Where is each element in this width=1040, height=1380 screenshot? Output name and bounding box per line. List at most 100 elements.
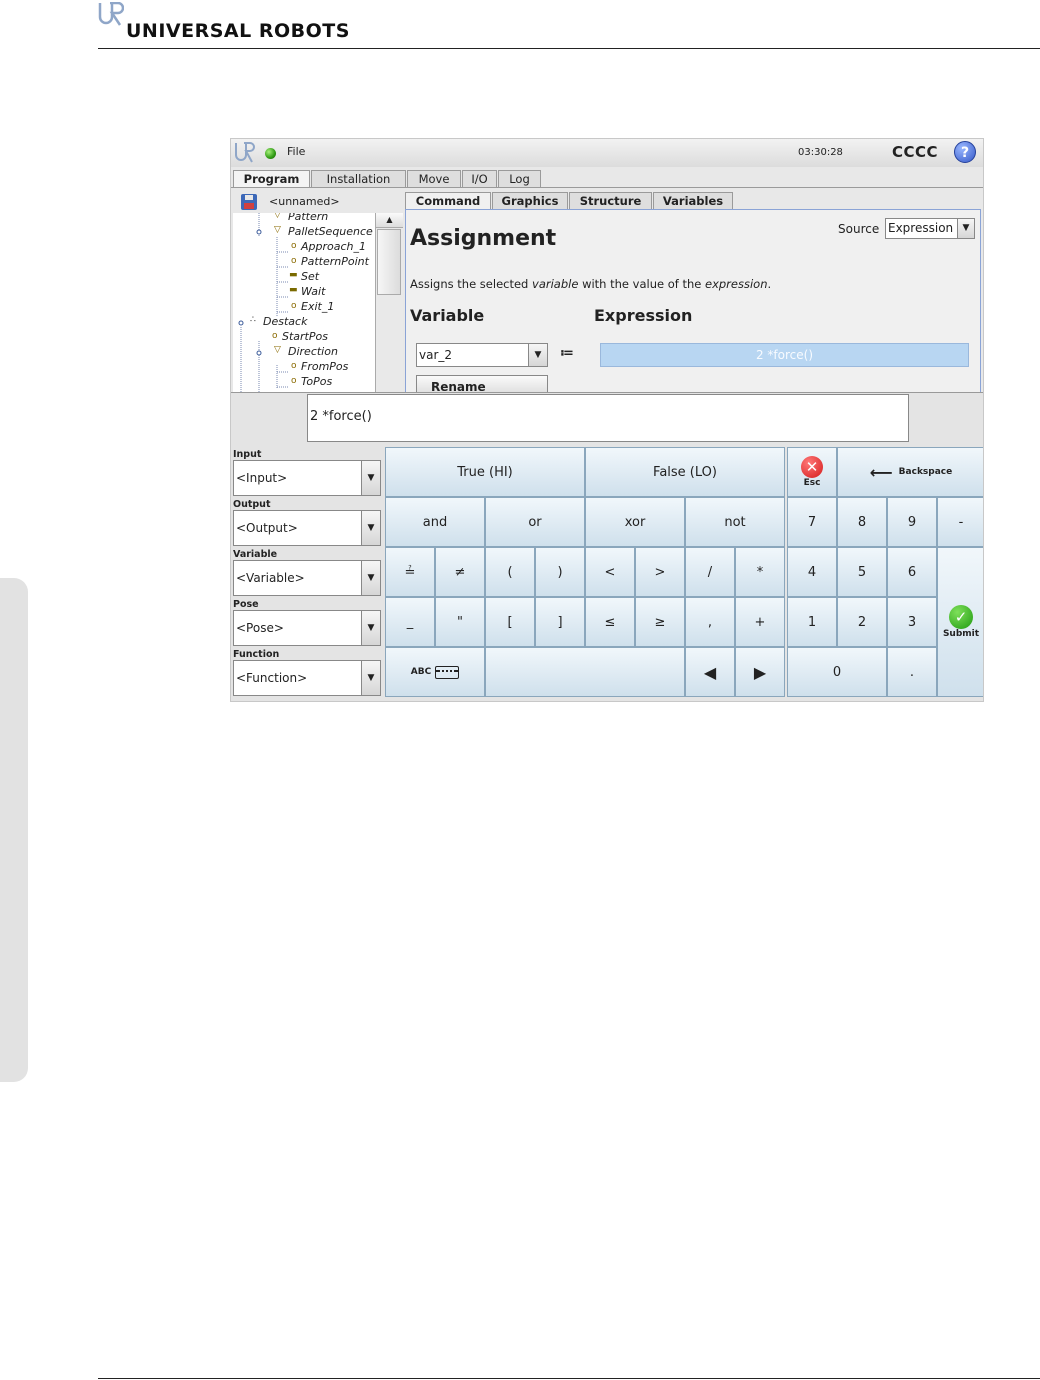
- quote-key[interactable]: ": [435, 597, 485, 647]
- key-8[interactable]: 8: [837, 497, 887, 547]
- not-equal-key[interactable]: ≠: [435, 547, 485, 597]
- cursor-right-icon[interactable]: ▶: [735, 647, 785, 697]
- tree-scrollbar[interactable]: ▲: [375, 213, 403, 393]
- page-title: Assignment: [410, 226, 557, 251]
- variable-label: Variable: [233, 549, 278, 560]
- key-6[interactable]: 6: [887, 547, 937, 597]
- destack-icon: ∴: [250, 315, 256, 325]
- tab-graphics[interactable]: Graphics: [492, 192, 568, 209]
- not-key[interactable]: not: [685, 497, 785, 547]
- status-led-icon: [265, 148, 276, 159]
- tab-io[interactable]: I/O: [462, 170, 497, 187]
- tab-structure[interactable]: Structure: [569, 192, 652, 209]
- xor-key[interactable]: xor: [585, 497, 685, 547]
- variable-select-value: var_2: [419, 348, 453, 362]
- key-minus[interactable]: -: [937, 497, 983, 547]
- tree-item-patternpoint[interactable]: PatternPoint: [301, 255, 369, 268]
- key-7[interactable]: 7: [787, 497, 837, 547]
- key-3[interactable]: 3: [887, 597, 937, 647]
- wait-icon: ▬: [289, 285, 298, 295]
- less-equal-key[interactable]: ≤: [585, 597, 635, 647]
- variable-select-keypad[interactable]: <Variable> ▼: [233, 560, 381, 596]
- key-1[interactable]: 1: [787, 597, 837, 647]
- tree-item-pattern[interactable]: Pattern: [288, 213, 328, 223]
- tree-item-direction[interactable]: Direction: [288, 345, 338, 358]
- waypoint-icon: o: [272, 331, 278, 341]
- input-select[interactable]: <Input> ▼: [233, 460, 381, 496]
- plus-key[interactable]: +: [735, 597, 785, 647]
- program-tree[interactable]: ▽ Pattern ▽ PalletSequence o Approach_1 …: [233, 213, 375, 393]
- tab-move[interactable]: Move: [407, 170, 461, 187]
- backspace-button[interactable]: ⟵ Backspace: [837, 447, 983, 497]
- greater-than-key[interactable]: >: [635, 547, 685, 597]
- abc-label: ABC: [410, 667, 432, 677]
- and-key[interactable]: and: [385, 497, 485, 547]
- clock: 03:30:28: [798, 147, 843, 158]
- desc-expression: expression: [705, 277, 768, 291]
- key-dot[interactable]: .: [887, 647, 937, 697]
- scroll-thumb[interactable]: [377, 229, 401, 295]
- chevron-down-icon: ▼: [361, 611, 380, 645]
- cursor-left-icon[interactable]: ◀: [685, 647, 735, 697]
- tree-item-approach[interactable]: Approach_1: [301, 240, 366, 253]
- tree-item-destack[interactable]: Destack: [263, 315, 307, 328]
- tab-log[interactable]: Log: [498, 170, 541, 187]
- pose-select[interactable]: <Pose> ▼: [233, 610, 381, 646]
- tree-item-frompos[interactable]: FromPos: [301, 360, 348, 373]
- underscore-key[interactable]: _: [385, 597, 435, 647]
- tree-item-topos[interactable]: ToPos: [301, 375, 332, 388]
- or-key[interactable]: or: [485, 497, 585, 547]
- save-icon[interactable]: [241, 194, 257, 210]
- scroll-up-icon[interactable]: ▲: [376, 213, 403, 228]
- top-bar: File 03:30:28 CCCC ?: [231, 139, 983, 167]
- arrow-left-icon: ⟵: [869, 462, 893, 482]
- submit-button[interactable]: ✓ Submit: [937, 547, 983, 697]
- tree-item-wait[interactable]: Wait: [301, 285, 325, 298]
- source-select[interactable]: Expression ▼: [885, 218, 975, 239]
- expression-input[interactable]: 2 *force(): [307, 394, 909, 442]
- close-bracket-key[interactable]: ]: [535, 597, 585, 647]
- open-bracket-key[interactable]: [: [485, 597, 535, 647]
- desc-text: Assigns the selected: [410, 277, 533, 291]
- source-select-value: Expression: [888, 221, 954, 235]
- true-button[interactable]: True (HI): [385, 447, 585, 497]
- variable-select-keypad-value: <Variable>: [236, 571, 305, 585]
- key-0[interactable]: 0: [787, 647, 887, 697]
- waypoint-icon: o: [291, 376, 297, 386]
- help-icon[interactable]: ?: [954, 141, 976, 163]
- key-5[interactable]: 5: [837, 547, 887, 597]
- comma-key[interactable]: ,: [685, 597, 735, 647]
- ur-logo-icon: [235, 142, 255, 163]
- tree-item-set[interactable]: Set: [301, 270, 319, 283]
- esc-button[interactable]: ✕ Esc: [787, 447, 837, 497]
- key-2[interactable]: 2: [837, 597, 887, 647]
- divide-key[interactable]: /: [685, 547, 735, 597]
- assign-symbol: ≔: [560, 346, 574, 361]
- desc-text: .: [767, 277, 772, 291]
- multiply-key[interactable]: *: [735, 547, 785, 597]
- tree-item-startpos[interactable]: StartPos: [282, 330, 328, 343]
- tree-item-exit[interactable]: Exit_1: [301, 300, 334, 313]
- false-button[interactable]: False (LO): [585, 447, 785, 497]
- output-select[interactable]: <Output> ▼: [233, 510, 381, 546]
- desc-text: with the value of the: [578, 277, 705, 291]
- tab-command[interactable]: Command: [405, 192, 491, 209]
- open-paren-key[interactable]: (: [485, 547, 535, 597]
- close-paren-key[interactable]: ): [535, 547, 585, 597]
- tab-installation[interactable]: Installation: [311, 170, 406, 187]
- abc-keyboard-button[interactable]: ABC: [385, 647, 485, 697]
- greater-equal-key[interactable]: ≥: [635, 597, 685, 647]
- space-key[interactable]: [485, 647, 685, 697]
- equals-key[interactable]: ≟: [385, 547, 435, 597]
- function-select[interactable]: <Function> ▼: [233, 660, 381, 696]
- file-menu[interactable]: File: [287, 145, 305, 158]
- tab-variables[interactable]: Variables: [653, 192, 733, 209]
- expression-field[interactable]: 2 *force(): [600, 343, 969, 367]
- header-rule: [98, 48, 1040, 49]
- key-9[interactable]: 9: [887, 497, 937, 547]
- variable-select[interactable]: var_2 ▼: [416, 343, 548, 367]
- tab-program[interactable]: Program: [233, 170, 310, 188]
- key-4[interactable]: 4: [787, 547, 837, 597]
- less-than-key[interactable]: <: [585, 547, 635, 597]
- tree-item-palletsequence[interactable]: PalletSequence: [288, 225, 373, 238]
